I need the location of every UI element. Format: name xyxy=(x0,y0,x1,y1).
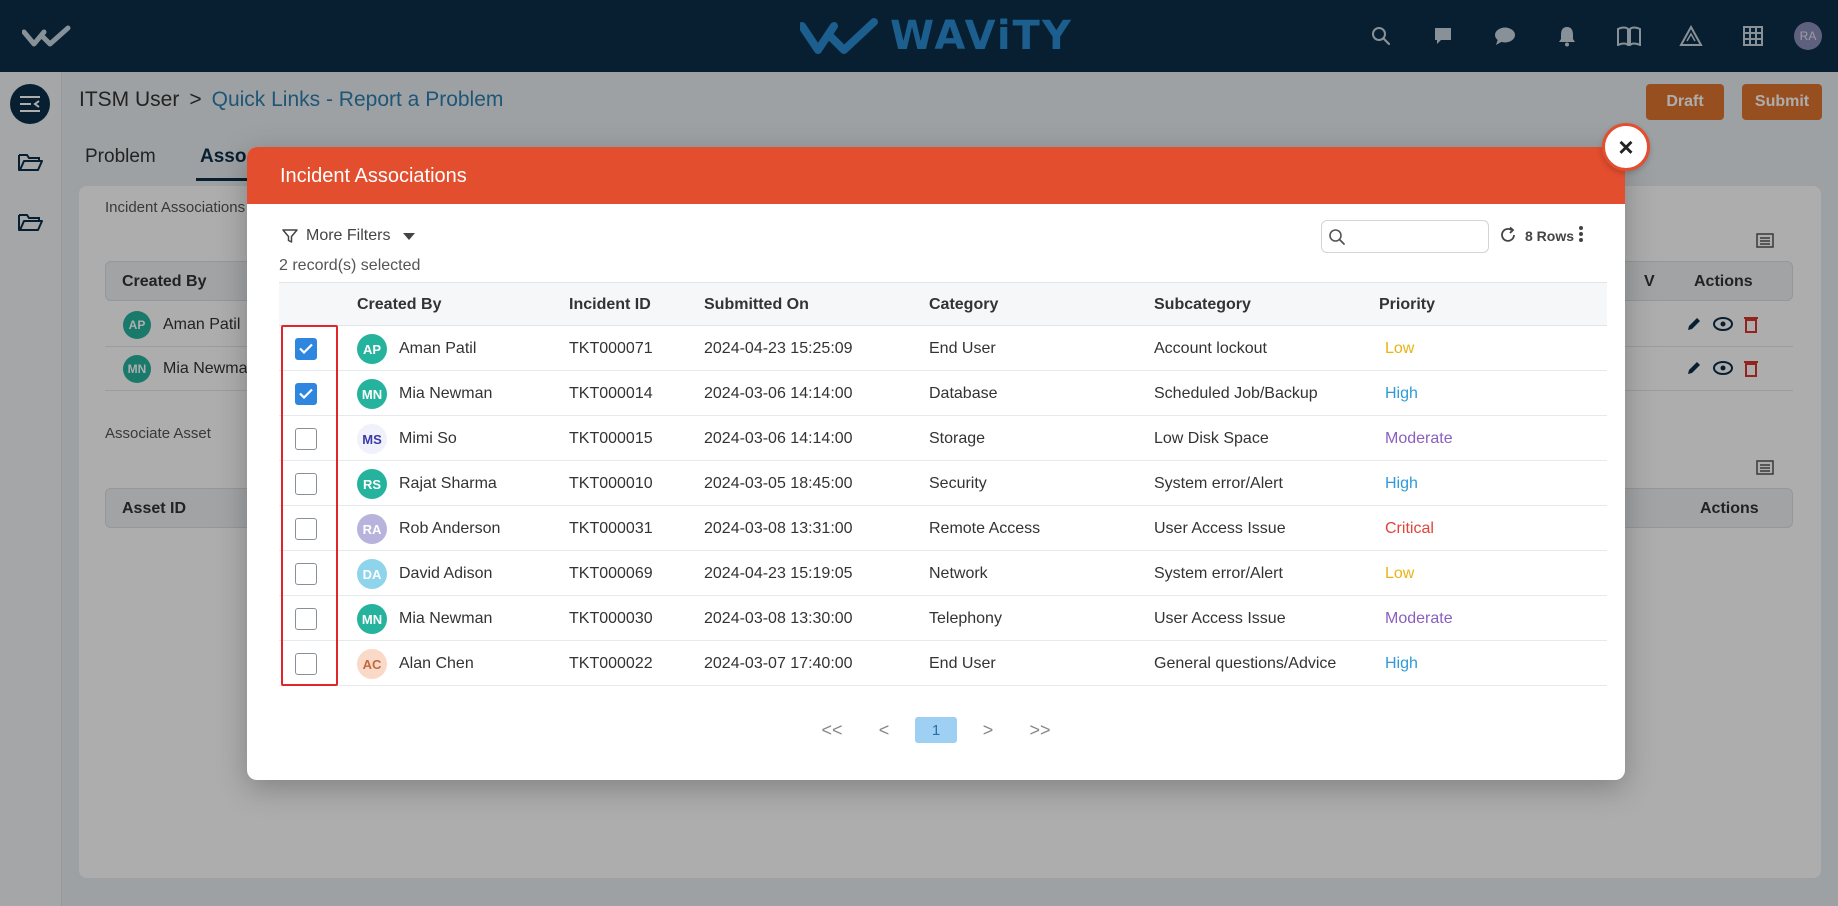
created-by-name: Rob Anderson xyxy=(399,520,501,537)
table-row[interactable]: RS Rajat Sharma TKT000010 2024-03-05 18:45:… xyxy=(279,461,1607,506)
avatar: MN xyxy=(357,379,387,409)
table-header: Created By Incident ID Submitted On Cate… xyxy=(279,282,1607,326)
submitted-on: 2024-03-06 14:14:00 xyxy=(704,385,853,402)
col-submitted-on[interactable]: Submitted On xyxy=(704,296,809,314)
page-1-button[interactable]: 1 xyxy=(915,717,957,743)
created-by-name: Alan Chen xyxy=(399,655,474,672)
priority: Moderate xyxy=(1385,430,1453,447)
first-page-button[interactable]: << xyxy=(806,717,858,743)
subcategory: Scheduled Job/Backup xyxy=(1154,385,1318,402)
col-subcategory[interactable]: Subcategory xyxy=(1154,296,1251,314)
subcategory: Low Disk Space xyxy=(1154,430,1269,447)
col-priority[interactable]: Priority xyxy=(1379,296,1435,314)
created-by-name: Mia Newman xyxy=(399,385,493,402)
avatar: AP xyxy=(357,334,387,364)
more-filters-button[interactable]: More Filters xyxy=(282,227,416,245)
submitted-on: 2024-04-23 15:19:05 xyxy=(704,565,853,582)
category: Database xyxy=(929,385,998,402)
modal-title: Incident Associations xyxy=(247,147,1625,204)
table-body: AP Aman Patil TKT000071 2024-04-23 15:25:09… xyxy=(279,326,1607,686)
priority: Low xyxy=(1385,565,1415,582)
priority: High xyxy=(1385,385,1418,402)
submitted-on: 2024-04-23 15:25:09 xyxy=(704,340,853,357)
incident-id: TKT000030 xyxy=(569,610,653,627)
next-page-button[interactable]: > xyxy=(962,717,1014,743)
submitted-on: 2024-03-05 18:45:00 xyxy=(704,475,853,492)
created-by-name: David Adison xyxy=(399,565,493,582)
subcategory: Account lockout xyxy=(1154,340,1267,357)
subcategory: User Access Issue xyxy=(1154,610,1286,627)
search-icon xyxy=(1329,229,1345,245)
incident-associations-modal: Incident Associations More Filters 2 rec… xyxy=(247,147,1625,780)
prev-page-button[interactable]: < xyxy=(858,717,910,743)
submitted-on: 2024-03-08 13:31:00 xyxy=(704,520,853,537)
subcategory: General questions/Advice xyxy=(1154,655,1337,672)
incident-id: TKT000015 xyxy=(569,430,653,447)
filter-funnel-icon xyxy=(282,229,298,243)
more-options-icon[interactable] xyxy=(1578,225,1584,243)
table-row[interactable]: MS Mimi So TKT000015 2024-03-06 14:14:00 Sto… xyxy=(279,416,1607,461)
category: End User xyxy=(929,340,996,357)
selection-column-highlight xyxy=(281,325,338,686)
priority: Critical xyxy=(1385,520,1434,537)
col-created-by[interactable]: Created By xyxy=(357,296,441,314)
avatar: AC xyxy=(357,649,387,679)
more-filters-label: More Filters xyxy=(306,227,391,244)
incident-id: TKT000071 xyxy=(569,340,653,357)
refresh-icon[interactable] xyxy=(1499,226,1517,244)
category: End User xyxy=(929,655,996,672)
category: Security xyxy=(929,475,987,492)
created-by-name: Rajat Sharma xyxy=(399,475,497,492)
last-page-button[interactable]: >> xyxy=(1014,717,1066,743)
incident-id: TKT000014 xyxy=(569,385,653,402)
incident-id: TKT000031 xyxy=(569,520,653,537)
category: Storage xyxy=(929,430,986,447)
incident-id: TKT000022 xyxy=(569,655,653,672)
col-category[interactable]: Category xyxy=(929,296,998,314)
pagination: << < 1 > >> xyxy=(247,717,1625,743)
priority: High xyxy=(1385,475,1418,492)
created-by-name: Aman Patil xyxy=(399,340,477,357)
subcategory: System error/Alert xyxy=(1154,475,1283,492)
table-row[interactable]: RA Rob Anderson TKT000031 2024-03-08 13:31:… xyxy=(279,506,1607,551)
created-by-name: Mimi So xyxy=(399,430,457,447)
search-input[interactable] xyxy=(1321,220,1489,253)
close-modal-button[interactable]: × xyxy=(1602,123,1650,171)
category: Remote Access xyxy=(929,520,1041,537)
avatar: DA xyxy=(357,559,387,589)
priority: High xyxy=(1385,655,1418,672)
rows-per-page-label[interactable]: 8 Rows xyxy=(1525,228,1574,244)
incident-id: TKT000010 xyxy=(569,475,653,492)
priority: Low xyxy=(1385,340,1415,357)
table-row[interactable]: AP Aman Patil TKT000071 2024-04-23 15:25:09… xyxy=(279,326,1607,371)
table-row[interactable]: MN Mia Newman TKT000030 2024-03-08 13:30:00… xyxy=(279,596,1607,641)
table-row[interactable]: AC Alan Chen TKT000022 2024-03-07 17:40:00 E… xyxy=(279,641,1607,686)
submitted-on: 2024-03-08 13:30:00 xyxy=(704,610,853,627)
selected-count: 2 record(s) selected xyxy=(279,257,421,274)
category: Network xyxy=(929,565,988,582)
created-by-name: Mia Newman xyxy=(399,610,493,627)
subcategory: User Access Issue xyxy=(1154,520,1286,537)
caret-down-icon xyxy=(403,233,416,240)
table-row[interactable]: MN Mia Newman TKT000014 2024-03-06 14:14:00… xyxy=(279,371,1607,416)
category: Telephony xyxy=(929,610,1002,627)
incident-id: TKT000069 xyxy=(569,565,653,582)
avatar: RS xyxy=(357,469,387,499)
avatar: RA xyxy=(357,514,387,544)
submitted-on: 2024-03-07 17:40:00 xyxy=(704,655,853,672)
table-row[interactable]: DA David Adison TKT000069 2024-04-23 15:19:… xyxy=(279,551,1607,596)
incident-table: Created By Incident ID Submitted On Cate… xyxy=(279,282,1607,686)
submitted-on: 2024-03-06 14:14:00 xyxy=(704,430,853,447)
avatar: MN xyxy=(357,604,387,634)
col-incident-id[interactable]: Incident ID xyxy=(569,296,651,314)
avatar: MS xyxy=(357,424,387,454)
priority: Moderate xyxy=(1385,610,1453,627)
subcategory: System error/Alert xyxy=(1154,565,1283,582)
